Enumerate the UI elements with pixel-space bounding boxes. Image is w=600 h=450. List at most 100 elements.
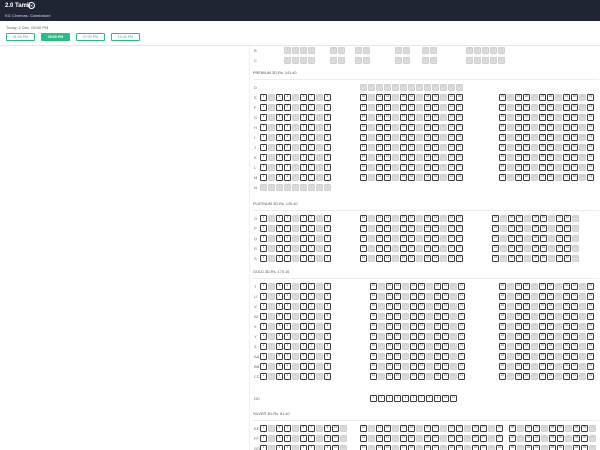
seat-available[interactable]: 29 <box>540 255 547 262</box>
seat-available[interactable]: 26 <box>523 134 530 141</box>
seat-available[interactable]: 1 <box>260 114 267 121</box>
seat-available[interactable]: 13 <box>394 313 401 320</box>
seat-available[interactable]: 24 <box>515 373 522 380</box>
seat-available[interactable]: 9 <box>324 363 331 370</box>
seat-available[interactable]: 10 <box>370 303 377 310</box>
seat-available[interactable]: 21 <box>448 144 455 151</box>
seat-available[interactable]: 29 <box>540 245 547 252</box>
seat-available[interactable]: 38 <box>573 435 580 442</box>
seat-available[interactable]: 26 <box>523 144 530 151</box>
seat-available[interactable]: 31 <box>571 353 578 360</box>
seat-available[interactable]: 30 <box>563 283 570 290</box>
seat-available[interactable]: 18 <box>408 445 415 450</box>
seat-available[interactable]: 22 <box>456 235 463 242</box>
seat-available[interactable]: 25 <box>515 94 522 101</box>
seat-available[interactable]: 24 <box>515 353 522 360</box>
seat-available[interactable]: 16 <box>408 215 415 222</box>
seat-available[interactable]: 9 <box>324 313 331 320</box>
seat-available[interactable]: 6 <box>300 323 307 330</box>
seat-available[interactable]: 6 <box>300 343 307 350</box>
seat-available[interactable]: 9 <box>324 425 331 432</box>
seat-available[interactable]: 3 <box>276 245 283 252</box>
seat-available[interactable]: 33 <box>587 333 594 340</box>
seat-available[interactable]: 29 <box>496 435 503 442</box>
seat-available[interactable]: 4 <box>284 353 291 360</box>
seat-available[interactable]: 4 <box>284 225 291 232</box>
seat-available[interactable]: 1 <box>260 303 267 310</box>
seat-available[interactable]: 7 <box>308 445 315 450</box>
seat-available[interactable]: 1 <box>260 154 267 161</box>
seat-available[interactable]: 4 <box>284 313 291 320</box>
seat-available[interactable]: 12 <box>376 164 383 171</box>
seat-available[interactable]: 31 <box>563 104 570 111</box>
seat-available[interactable]: 3 <box>276 134 283 141</box>
seat-available[interactable]: 12 <box>376 225 383 232</box>
seat-available[interactable]: 24 <box>515 303 522 310</box>
seat-available[interactable]: 10 <box>360 154 367 161</box>
seat-available[interactable]: 19 <box>432 134 439 141</box>
seat-available[interactable]: 4 <box>284 293 291 300</box>
seat-available[interactable]: 31 <box>571 293 578 300</box>
seat-available[interactable]: 19 <box>432 255 439 262</box>
seat-available[interactable]: 3 <box>276 293 283 300</box>
seat-available[interactable]: 9 <box>324 154 331 161</box>
seat-available[interactable]: 4 <box>284 124 291 131</box>
seat-available[interactable]: 6 <box>300 293 307 300</box>
seat-available[interactable]: 18 <box>424 104 431 111</box>
seat-available[interactable]: 3 <box>276 435 283 442</box>
seat-available[interactable]: 6 <box>300 363 307 370</box>
seat-available[interactable]: 6 <box>300 373 307 380</box>
seat-available[interactable]: 13 <box>384 144 391 151</box>
seat-available[interactable]: 10 <box>370 333 377 340</box>
seat-available[interactable]: 21 <box>448 255 455 262</box>
seat-available[interactable]: 25 <box>523 303 530 310</box>
seat-available[interactable]: 13 <box>384 215 391 222</box>
seat-available[interactable]: 21 <box>458 313 465 320</box>
seat-available[interactable]: 18 <box>424 215 431 222</box>
seat-available[interactable]: 9 <box>324 323 331 330</box>
seat-available[interactable]: 13 <box>394 303 401 310</box>
seat-available[interactable]: 10 <box>360 94 367 101</box>
seat-available[interactable]: 28 <box>547 303 554 310</box>
seat-available[interactable]: 25 <box>523 373 530 380</box>
seat-available[interactable]: 33 <box>587 293 594 300</box>
seat-available[interactable]: 24 <box>515 323 522 330</box>
seat-available[interactable]: 1 <box>260 333 267 340</box>
seat-available[interactable]: 39 <box>581 445 588 450</box>
seat-available[interactable]: 28 <box>532 255 539 262</box>
seat-available[interactable]: 28 <box>532 245 539 252</box>
seat-available[interactable]: 13 <box>394 283 401 290</box>
seat-available[interactable]: 9 <box>324 114 331 121</box>
seat-available[interactable]: 31 <box>556 235 563 242</box>
seat-available[interactable]: 23 <box>499 114 506 121</box>
seat-available[interactable]: 9 <box>324 343 331 350</box>
seat-available[interactable]: 9 <box>324 174 331 181</box>
seat-available[interactable]: 15 <box>410 283 417 290</box>
showtime-button[interactable]: 10:00 PM <box>111 33 140 41</box>
seat-available[interactable]: 13 <box>384 164 391 171</box>
seat-available[interactable]: 26 <box>516 235 523 242</box>
seat-available[interactable]: 21 <box>458 363 465 370</box>
seat-available[interactable]: 16 <box>408 174 415 181</box>
seat-available[interactable]: 12 <box>376 255 383 262</box>
seat-available[interactable]: 4 <box>284 154 291 161</box>
seat-available[interactable]: 13 <box>384 134 391 141</box>
seat-available[interactable]: 26 <box>472 425 479 432</box>
seat-available[interactable]: 31 <box>563 154 570 161</box>
seat-available[interactable]: 4 <box>284 114 291 121</box>
seat-available[interactable]: 9 <box>324 134 331 141</box>
seat-available[interactable]: 30 <box>563 343 570 350</box>
seat-available[interactable]: 34 <box>587 134 594 141</box>
seat-available[interactable]: 12 <box>376 114 383 121</box>
seat-available[interactable]: 16 <box>418 343 425 350</box>
seat-available[interactable]: 24 <box>515 313 522 320</box>
seat-available[interactable]: 3 <box>276 425 283 432</box>
seat-available[interactable]: 24 <box>515 363 522 370</box>
seat-available[interactable]: 6 <box>300 104 307 111</box>
showtime-button[interactable]: 07:00 PM <box>76 33 105 41</box>
seat-available[interactable]: 22 <box>499 303 506 310</box>
seat-available[interactable]: 4 <box>284 343 291 350</box>
seat-available[interactable]: 1 <box>260 353 267 360</box>
seat-available[interactable]: 18 <box>434 293 441 300</box>
seat-available[interactable]: 22 <box>499 283 506 290</box>
